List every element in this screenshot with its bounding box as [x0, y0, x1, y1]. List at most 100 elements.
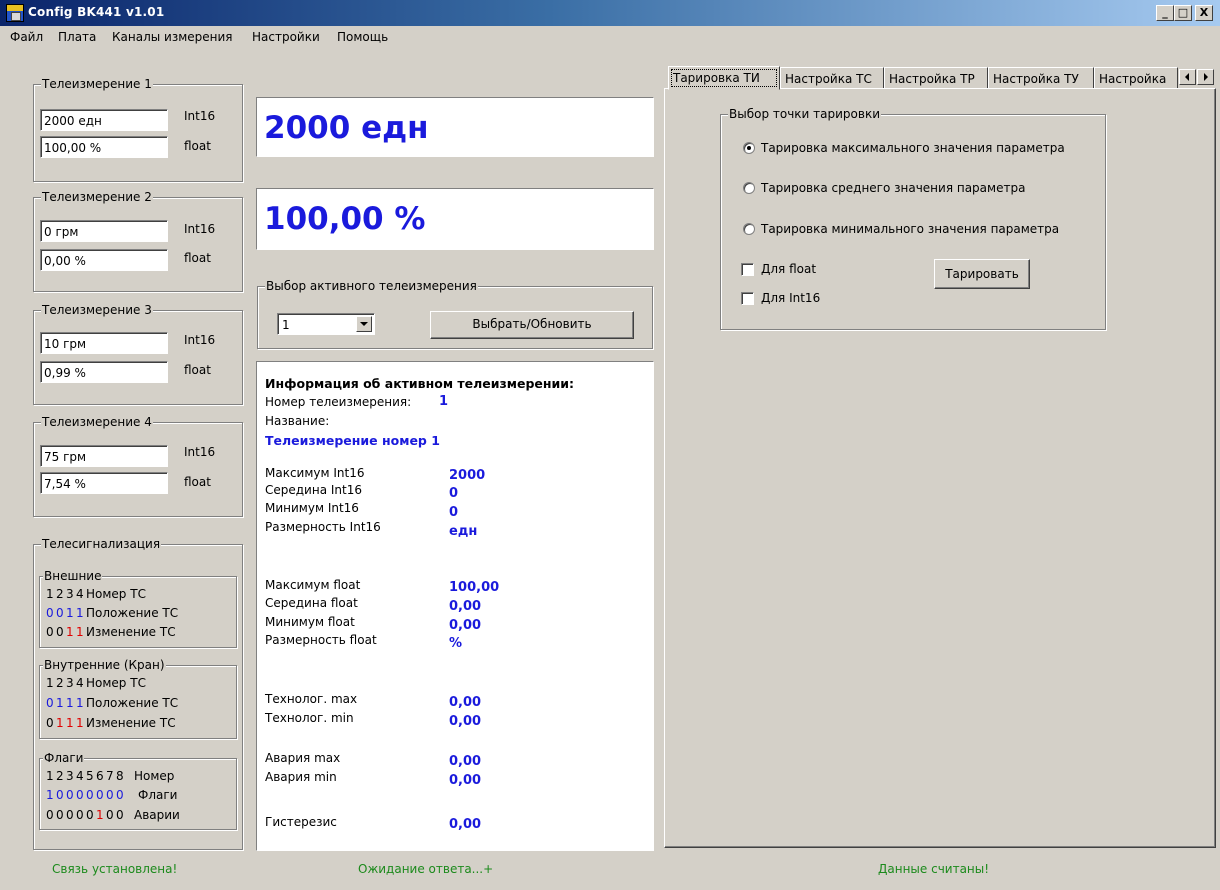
title-bar: Config BK441 v1.01 _ □ X [0, 0, 1220, 26]
number-label: Номер телеизмерения: [265, 395, 412, 409]
active-measurement-combo[interactable]: 1 [277, 313, 375, 335]
radio-max-label[interactable]: Тарировка максимального значения парамет… [761, 141, 1065, 155]
menu-help[interactable]: Помощь [337, 30, 388, 44]
float-field[interactable]: 0,00 % [40, 249, 168, 271]
group-title: Телеизмерение 4 [41, 415, 153, 429]
info-row-value: едн [449, 524, 478, 539]
tab-more-settings[interactable]: Настройка [1094, 67, 1178, 89]
checkbox-int16[interactable] [741, 292, 754, 305]
info-row-value: % [449, 636, 463, 651]
ts-change-row: 0 0 1 1 Изменение ТС [46, 625, 176, 639]
combo-value: 1 [282, 318, 290, 332]
measurement-group-4: Телеизмерение 4 75 грм Int16 7,54 % floa… [33, 415, 243, 517]
float-display-panel: 100,00 % [256, 188, 654, 250]
menu-settings[interactable]: Настройки [252, 30, 320, 44]
float-field[interactable]: 100,00 % [40, 136, 168, 158]
flag-number-row: 1 2 3 4 5 6 7 8 Номер [46, 769, 175, 783]
float-label: float [184, 251, 211, 265]
info-row-label: Максимум float [265, 578, 361, 592]
group-title: Телеизмерение 1 [41, 77, 153, 91]
internal-signals-group: Внутренние (Кран) 1 2 3 4 Номер ТС 0 1 1 1 Полож… [39, 658, 237, 739]
menu-file[interactable]: Файл [10, 30, 43, 44]
tab-scroll-right-button[interactable] [1197, 69, 1214, 85]
close-button[interactable]: X [1195, 5, 1213, 21]
arrow-left-icon [1185, 73, 1189, 81]
group-title: Телесигнализация [41, 537, 162, 551]
minimize-button[interactable]: _ [1156, 5, 1174, 21]
row-label: Аварии [134, 808, 180, 822]
radio-min-label[interactable]: Тарировка минимального значения параметр… [761, 222, 1059, 236]
info-panel: Информация об активном телеизмерении: Но… [256, 361, 654, 851]
row-label: Положение ТС [86, 696, 179, 710]
checkbox-int16-label[interactable]: Для Int16 [761, 291, 820, 305]
info-row-label: Середина Int16 [265, 483, 362, 497]
calibration-point-group: Выбор точки тарировки Тарировка максимал… [720, 107, 1106, 330]
measurement-group-3: Телеизмерение 3 10 грм Int16 0,99 % floa… [33, 303, 243, 405]
tab-scroll-left-button[interactable] [1179, 69, 1196, 85]
tab-ts-settings[interactable]: Настройка ТС [780, 67, 884, 89]
ts-number-row: 1 2 3 4 Номер ТС [46, 587, 146, 601]
row-label: Положение ТС [86, 606, 179, 620]
info-row-label: Авария max [265, 751, 341, 765]
flags-group: Флаги 1 2 3 4 5 6 7 8 Номер 1 0 0 0 0 0 0 0 Флаги 000001… [39, 751, 237, 830]
info-row-label: Гистерезис [265, 815, 337, 829]
float-label: float [184, 475, 211, 489]
int-display-panel: 2000 едн [256, 97, 654, 157]
menu-channels[interactable]: Каналы измерения [112, 30, 233, 44]
info-row-label: Середина float [265, 596, 358, 610]
measurement-group-2: Телеизмерение 2 0 грм Int16 0,00 % float [33, 190, 243, 292]
float-label: float [184, 139, 211, 153]
radio-mid[interactable] [743, 182, 755, 194]
float-display-value: 100,00 % [264, 201, 426, 237]
status-connection: Связь установлена! [52, 862, 178, 876]
checkbox-float-label[interactable]: Для float [761, 262, 816, 276]
menu-board[interactable]: Плата [58, 30, 96, 44]
calibrate-button[interactable]: Тарировать [934, 259, 1030, 289]
radio-min[interactable] [743, 223, 755, 235]
app-icon [6, 4, 24, 22]
arrow-right-icon [1204, 73, 1208, 81]
info-row-value: 100,00 [449, 580, 500, 595]
ts-position-row: 0 0 1 1 Положение ТС [46, 606, 179, 620]
info-row-value: 0 [449, 486, 459, 501]
info-row-label: Технолог. max [265, 692, 358, 706]
ts-number-row: 1 2 3 4 Номер ТС [46, 676, 146, 690]
info-row-value: 0 [449, 505, 459, 520]
int16-label: Int16 [184, 445, 216, 459]
radio-mid-label[interactable]: Тарировка среднего значения параметра [761, 181, 1025, 195]
info-heading: Информация об активном телеизмерении: [265, 376, 575, 391]
tab-tu-settings[interactable]: Настройка ТУ [988, 67, 1094, 89]
tab-tr-settings[interactable]: Настройка ТР [884, 67, 988, 89]
select-refresh-button[interactable]: Выбрать/Обновить [430, 311, 634, 339]
group-title: Внешние [43, 569, 103, 583]
maximize-button[interactable]: □ [1174, 5, 1192, 21]
info-row-value: 0,00 [449, 817, 482, 832]
status-data-read: Данные считаны! [878, 862, 990, 876]
row-label: Флаги [138, 788, 178, 802]
int16-field[interactable]: 0 грм [40, 220, 168, 242]
checkbox-float[interactable] [741, 263, 754, 276]
chevron-down-icon[interactable] [356, 316, 372, 332]
int16-field[interactable]: 2000 едн [40, 109, 168, 131]
tab-calibration-ti[interactable]: Тарировка ТИ [668, 66, 780, 90]
info-row-label: Размерность Int16 [265, 520, 381, 534]
info-row-label: Минимум Int16 [265, 501, 359, 515]
info-row-value: 0,00 [449, 773, 482, 788]
alarms-row: 0 0 0 0 0 1 0 0 Аварии [46, 808, 180, 822]
group-title: Телеизмерение 2 [41, 190, 153, 204]
float-field[interactable]: 0,99 % [40, 361, 168, 383]
float-field[interactable]: 7,54 % [40, 472, 168, 494]
group-title: Выбор активного телеизмерения [265, 279, 478, 293]
row-label: Номер ТС [86, 587, 146, 601]
tab-panel: Выбор точки тарировки Тарировка максимал… [664, 88, 1216, 848]
int16-label: Int16 [184, 109, 216, 123]
radio-max[interactable] [743, 142, 755, 154]
row-label: Номер [134, 769, 175, 783]
name-value: Телеизмерение номер 1 [265, 433, 440, 448]
int16-field[interactable]: 75 грм [40, 445, 168, 467]
int-display-value: 2000 едн [264, 110, 429, 146]
info-row-value: 0,00 [449, 599, 482, 614]
external-signals-group: Внешние 1 2 3 4 Номер ТС 0 0 1 1 Положение ТС 00… [39, 569, 237, 648]
int16-field[interactable]: 10 грм [40, 332, 168, 354]
number-value: 1 [439, 394, 449, 409]
